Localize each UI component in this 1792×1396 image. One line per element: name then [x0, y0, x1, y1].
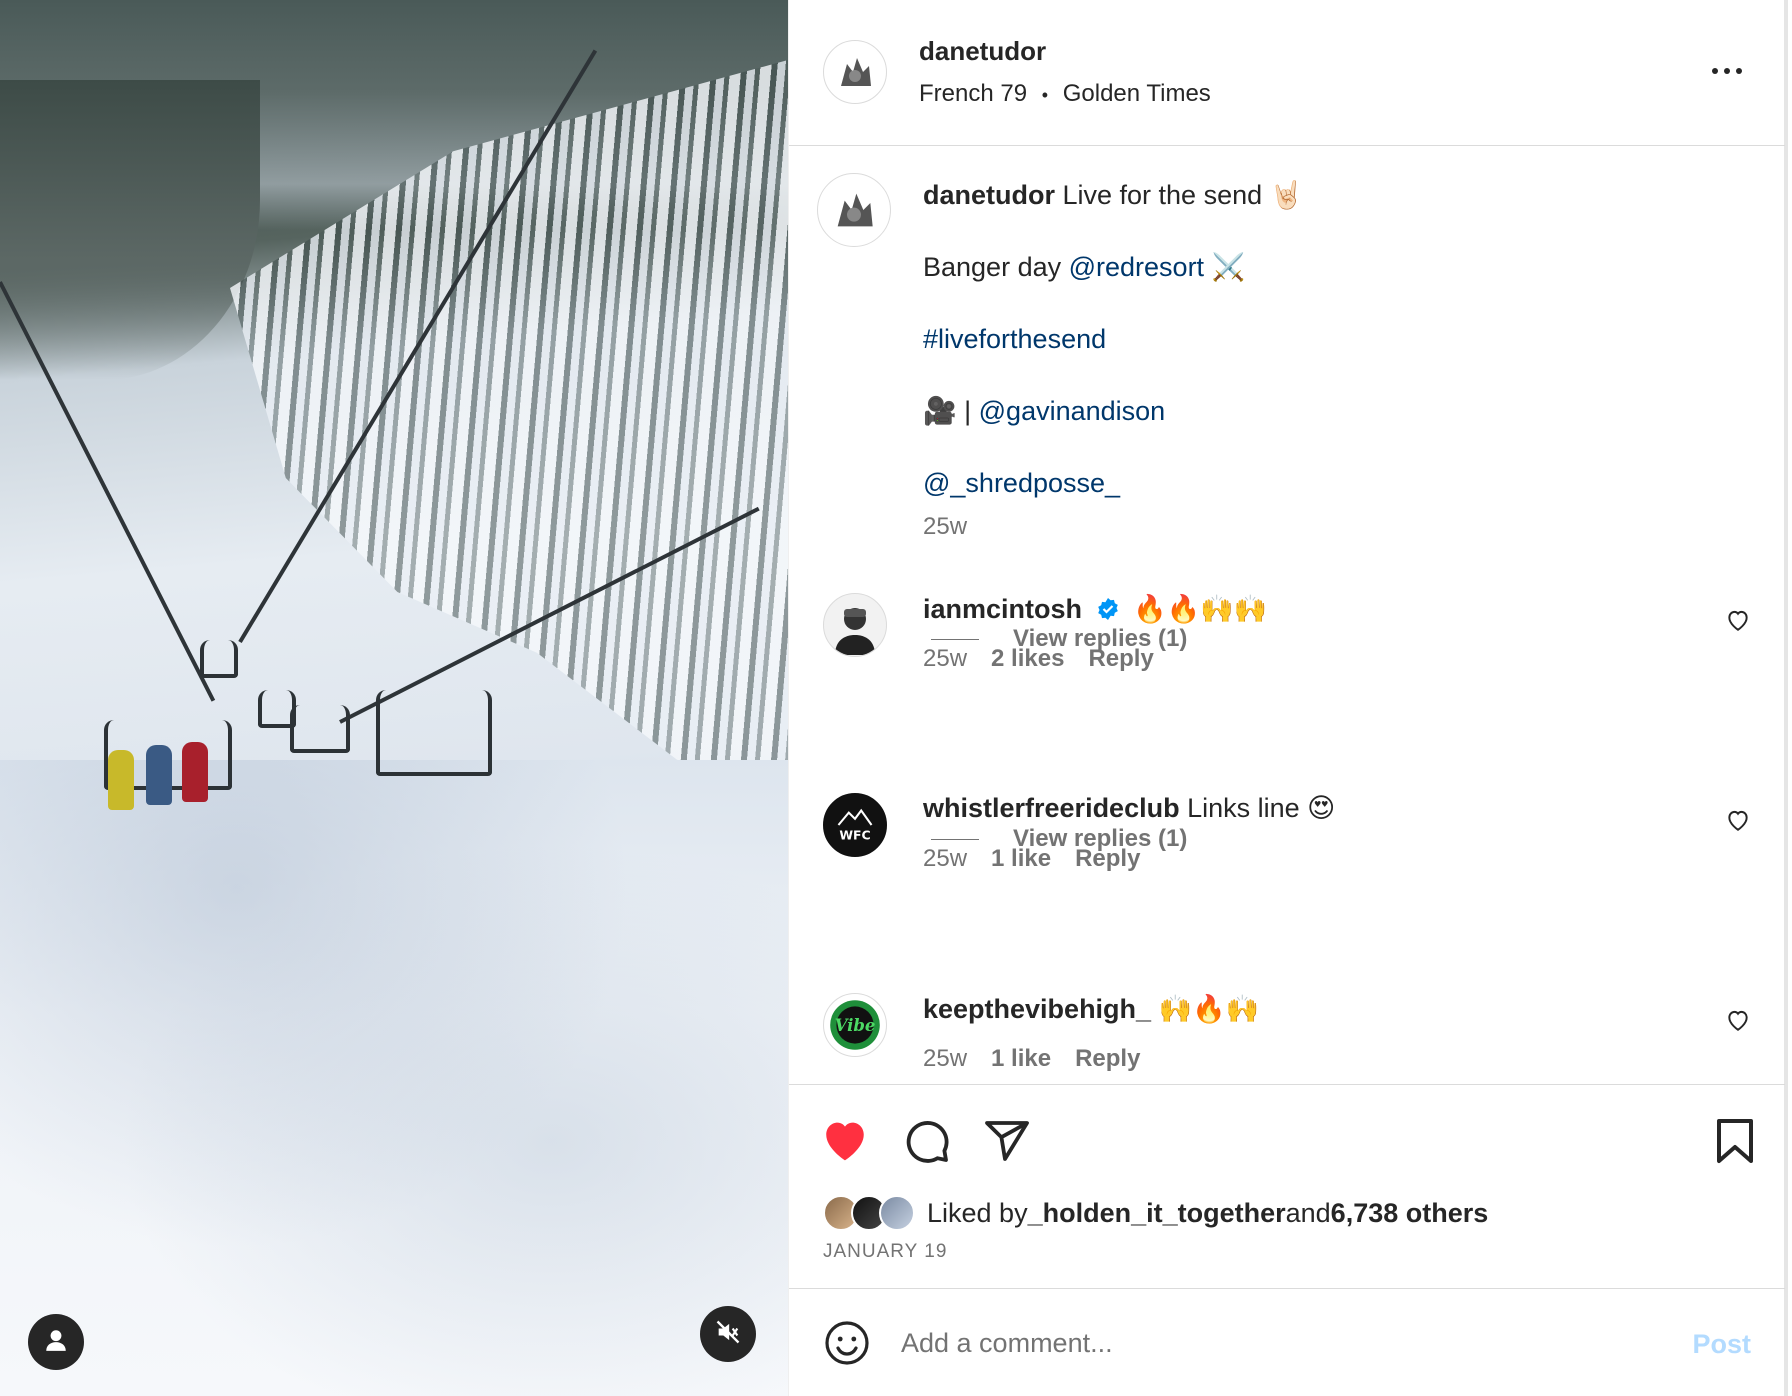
more-icon: [1712, 68, 1742, 74]
post-details-panel: danetudor French 79 • Golden Times danet…: [788, 0, 1788, 1396]
share-icon: [985, 1121, 1029, 1161]
comment-button[interactable]: [901, 1115, 953, 1167]
replies-divider: [931, 838, 979, 840]
media-skier: [146, 745, 172, 805]
commenter-avatar[interactable]: Vibe: [823, 993, 887, 1057]
verified-icon: [1096, 597, 1120, 621]
post-header: danetudor French 79 • Golden Times: [789, 0, 1785, 146]
post-caption: danetudor Live for the send 🤘🏻 Banger da…: [923, 177, 1723, 545]
comment-meta: 25w 1 like Reply: [923, 1045, 1140, 1073]
replies-divider: [931, 638, 979, 640]
view-replies-label: View replies (1): [1013, 625, 1188, 652]
likes-prefix: Liked by: [927, 1197, 1028, 1228]
mention-link[interactable]: @_shredposse_: [923, 468, 1120, 498]
comment-body: keepthevibehigh_ 🙌🔥🙌: [923, 993, 1259, 1025]
media-forest-left: [0, 80, 260, 380]
author-username[interactable]: danetudor: [919, 36, 1046, 67]
audio-track: Golden Times: [1062, 80, 1211, 107]
comment-like-button[interactable]: [1725, 1007, 1751, 1033]
comment-text: Links line 😍: [1187, 793, 1336, 823]
post-date[interactable]: JANUARY 19: [823, 1241, 947, 1263]
liker-avatar: [879, 1195, 915, 1231]
svg-text:Vibe: Vibe: [835, 1015, 876, 1035]
view-replies-label: View replies (1): [1013, 825, 1188, 852]
audio-info[interactable]: French 79 • Golden Times: [919, 80, 1211, 108]
media-skier: [108, 750, 134, 810]
comment-timestamp[interactable]: 25w: [923, 1045, 967, 1073]
mention-link[interactable]: @gavinandison: [979, 396, 1166, 426]
audio-artist: French 79: [919, 80, 1028, 107]
comment-input[interactable]: [901, 1319, 1641, 1367]
like-button[interactable]: [819, 1115, 871, 1167]
caption-username[interactable]: danetudor: [923, 180, 1055, 210]
commenter-avatar[interactable]: [823, 593, 887, 657]
caption-line1: Live for the send 🤘🏻: [1055, 180, 1304, 210]
user-icon: [43, 1327, 69, 1358]
comment-body: ianmcintosh 🔥🔥🙌🙌: [923, 593, 1268, 625]
media-snow-field: [0, 760, 788, 1396]
comment-like-button[interactable]: [1725, 807, 1751, 833]
likes-middle: and: [1285, 1197, 1331, 1228]
tagged-users-button[interactable]: [28, 1314, 84, 1370]
reply-button[interactable]: Reply: [1075, 1045, 1140, 1073]
heart-icon: [1728, 1010, 1748, 1031]
emoji-icon: [825, 1321, 869, 1365]
caption-line2-prefix: Banger day: [923, 252, 1069, 282]
bookmark-icon: [1717, 1119, 1753, 1163]
author-avatar[interactable]: [823, 40, 887, 104]
heart-icon: [1728, 810, 1748, 831]
liker-username[interactable]: _holden_it_together: [1028, 1198, 1286, 1229]
mention-link[interactable]: @redresort: [1069, 252, 1204, 282]
comment-text: 🔥🔥🙌🙌: [1133, 594, 1268, 624]
comment-likes[interactable]: 1 like: [991, 1045, 1051, 1073]
comment-icon: [906, 1121, 949, 1163]
mute-icon: [714, 1318, 742, 1351]
likes-summary[interactable]: Liked by _holden_it_together and 6,738 o…: [823, 1195, 1488, 1231]
caption-timestamp[interactable]: 25w: [923, 509, 1723, 545]
likes-others[interactable]: 6,738 others: [1331, 1198, 1489, 1229]
more-options-button[interactable]: [1707, 56, 1747, 86]
comment-username[interactable]: ianmcintosh: [923, 594, 1082, 624]
view-replies-button[interactable]: View replies (1): [931, 625, 1187, 653]
audio-separator: •: [1041, 85, 1049, 105]
comment-text: 🙌🔥🙌: [1158, 994, 1260, 1024]
comments-list[interactable]: danetudor Live for the send 🤘🏻 Banger da…: [789, 147, 1785, 1083]
caption-avatar[interactable]: [817, 173, 891, 247]
commenter-avatar[interactable]: WFC: [823, 793, 887, 857]
emoji-picker-button[interactable]: [823, 1319, 871, 1367]
comment-like-button[interactable]: [1725, 607, 1751, 633]
liker-avatars: [823, 1195, 915, 1231]
share-button[interactable]: [981, 1115, 1033, 1167]
mute-button[interactable]: [700, 1306, 756, 1362]
post-actions: Liked by _holden_it_together and 6,738 o…: [789, 1084, 1785, 1288]
heart-icon: [1728, 610, 1748, 631]
media-chair: [290, 705, 350, 753]
post-media-video[interactable]: [0, 0, 788, 1396]
save-button[interactable]: [1709, 1115, 1761, 1167]
add-comment-bar: Post: [789, 1288, 1785, 1396]
media-chair: [376, 690, 492, 776]
post-comment-button[interactable]: Post: [1692, 1329, 1751, 1360]
media-chair: [200, 640, 238, 678]
svg-text:WFC: WFC: [839, 827, 870, 842]
comment-username[interactable]: whistlerfreerideclub: [923, 793, 1180, 823]
caption-line2-suffix: ⚔️: [1204, 252, 1246, 282]
view-replies-button[interactable]: View replies (1): [931, 825, 1187, 853]
hashtag-link[interactable]: #liveforthesend: [923, 324, 1106, 354]
media-chair: [258, 690, 296, 728]
caption-line4-prefix: 🎥 |: [923, 396, 979, 426]
media-skier: [182, 742, 208, 802]
comment-username[interactable]: keepthevibehigh_: [923, 994, 1151, 1024]
comment-body: whistlerfreerideclub Links line 😍: [923, 793, 1335, 824]
heart-icon: [826, 1122, 864, 1161]
